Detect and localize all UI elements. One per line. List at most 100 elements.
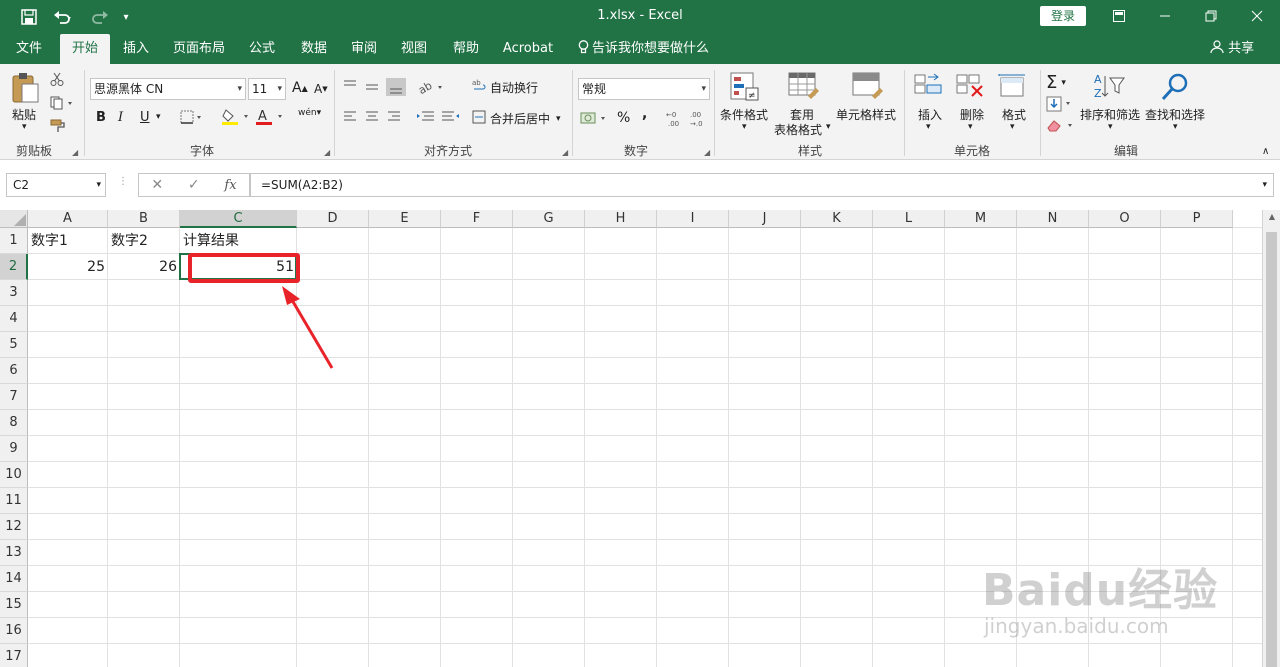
orientation-icon[interactable]: ab bbox=[418, 78, 446, 96]
copy-icon[interactable] bbox=[50, 96, 74, 110]
font-launcher-icon[interactable]: ◢ bbox=[324, 148, 330, 157]
sort-filter-button[interactable]: 排序和筛选 bbox=[1080, 106, 1140, 123]
find-select-icon[interactable] bbox=[1160, 72, 1190, 102]
font-name-combo[interactable]: 思源黑体 CN ▾ bbox=[90, 78, 246, 100]
cell-a2[interactable]: 25 bbox=[28, 254, 108, 280]
formula-input[interactable]: =SUM(A2:B2) ▾ bbox=[250, 173, 1274, 197]
underline-button[interactable]: U bbox=[140, 110, 150, 125]
column-header-j[interactable]: J bbox=[729, 210, 801, 228]
row-header-15[interactable]: 15 bbox=[0, 592, 28, 618]
tab-page-layout[interactable]: 页面布局 bbox=[166, 34, 232, 64]
row-header-17[interactable]: 17 bbox=[0, 644, 28, 667]
cell-styles-icon[interactable] bbox=[852, 72, 884, 102]
redo-icon[interactable] bbox=[84, 0, 114, 34]
comma-button[interactable]: , bbox=[642, 106, 647, 122]
column-header-i[interactable]: I bbox=[657, 210, 729, 228]
insert-function-button[interactable]: fx bbox=[224, 178, 236, 193]
column-header-o[interactable]: O bbox=[1089, 210, 1161, 228]
paste-dropdown-icon[interactable]: ▾ bbox=[22, 122, 27, 132]
format-cells-button[interactable]: 格式 bbox=[1002, 106, 1026, 123]
cancel-icon[interactable]: ✕ bbox=[151, 177, 163, 193]
collapse-ribbon-icon[interactable]: ∧ bbox=[1262, 146, 1269, 157]
tab-view[interactable]: 视图 bbox=[392, 34, 436, 64]
tab-help[interactable]: 帮助 bbox=[444, 34, 488, 64]
insert-cells-button[interactable]: 插入 bbox=[918, 106, 942, 123]
italic-button[interactable]: I bbox=[118, 110, 123, 125]
row-header-9[interactable]: 9 bbox=[0, 436, 28, 462]
minimize-icon[interactable] bbox=[1142, 0, 1188, 32]
fill-color-icon[interactable] bbox=[222, 108, 252, 126]
paste-icon[interactable] bbox=[10, 72, 42, 104]
tab-data[interactable]: 数据 bbox=[292, 34, 336, 64]
scroll-up-icon[interactable]: ▲ bbox=[1263, 212, 1280, 221]
delete-cells-icon[interactable] bbox=[956, 72, 986, 102]
row-header-12[interactable]: 12 bbox=[0, 514, 28, 540]
column-header-p[interactable]: P bbox=[1161, 210, 1233, 228]
cell-b1[interactable]: 数字2 bbox=[108, 228, 180, 254]
tab-formulas[interactable]: 公式 bbox=[240, 34, 284, 64]
clear-icon[interactable] bbox=[1046, 118, 1076, 134]
indent-icon[interactable] bbox=[416, 110, 460, 124]
wrap-text-button[interactable]: ab 自动换行 bbox=[472, 79, 538, 96]
login-button[interactable]: 登录 bbox=[1040, 6, 1086, 26]
number-format-combo[interactable]: 常规 ▾ bbox=[578, 78, 710, 100]
shrink-font-button[interactable]: A ▼ bbox=[314, 82, 328, 96]
ribbon-display-options-icon[interactable] bbox=[1096, 0, 1142, 32]
row-header-13[interactable]: 13 bbox=[0, 540, 28, 566]
format-painter-icon[interactable] bbox=[50, 118, 66, 134]
font-color-icon[interactable]: A bbox=[256, 108, 286, 126]
tab-home[interactable]: 开始 bbox=[60, 34, 110, 64]
format-as-table-label-2[interactable]: 表格格式 bbox=[774, 121, 822, 138]
close-icon[interactable] bbox=[1234, 0, 1280, 32]
share-button[interactable]: 共享 bbox=[1210, 34, 1254, 64]
row-header-11[interactable]: 11 bbox=[0, 488, 28, 514]
cut-icon[interactable] bbox=[50, 72, 64, 86]
row-header-5[interactable]: 5 bbox=[0, 332, 28, 358]
row-header-2[interactable]: 2 bbox=[0, 254, 28, 280]
column-header-e[interactable]: E bbox=[369, 210, 441, 228]
cell-c1[interactable]: 计算结果 bbox=[180, 228, 297, 254]
number-launcher-icon[interactable]: ◢ bbox=[704, 148, 710, 157]
increase-decimal-icon[interactable]: ←0.00.00 →.0 bbox=[666, 110, 710, 128]
autosum-icon[interactable]: Σ ▾ bbox=[1046, 72, 1066, 93]
row-header-3[interactable]: 3 bbox=[0, 280, 28, 306]
column-header-a[interactable]: A bbox=[28, 210, 108, 228]
select-all-corner[interactable] bbox=[0, 210, 28, 228]
row-header-1[interactable]: 1 bbox=[0, 228, 28, 254]
font-size-combo[interactable]: 11 ▾ bbox=[248, 78, 286, 100]
tab-insert[interactable]: 插入 bbox=[114, 34, 158, 64]
column-header-m[interactable]: M bbox=[945, 210, 1017, 228]
cell-b2[interactable]: 26 bbox=[108, 254, 180, 280]
conditional-format-icon[interactable]: ≠ bbox=[730, 72, 760, 102]
row-header-8[interactable]: 8 bbox=[0, 410, 28, 436]
percent-button[interactable]: % bbox=[617, 110, 630, 126]
bold-button[interactable]: B bbox=[96, 110, 106, 125]
find-select-button[interactable]: 查找和选择 bbox=[1145, 106, 1205, 123]
delete-cells-button[interactable]: 删除 bbox=[960, 106, 984, 123]
format-as-table-icon[interactable] bbox=[788, 72, 820, 102]
align-left-icon[interactable] bbox=[342, 110, 408, 124]
column-header-d[interactable]: D bbox=[297, 210, 369, 228]
tab-acrobat[interactable]: Acrobat bbox=[498, 34, 558, 64]
column-header-k[interactable]: K bbox=[801, 210, 873, 228]
cell-a1[interactable]: 数字1 bbox=[28, 228, 108, 254]
tell-me-search[interactable]: 告诉我你想要做什么 bbox=[578, 34, 709, 64]
align-top-icon[interactable] bbox=[342, 78, 408, 96]
row-header-16[interactable]: 16 bbox=[0, 618, 28, 644]
format-cells-icon[interactable] bbox=[998, 72, 1028, 102]
scrollbar-thumb[interactable] bbox=[1266, 232, 1277, 667]
row-header-4[interactable]: 4 bbox=[0, 306, 28, 332]
customize-quick-access-icon[interactable]: ▾ bbox=[116, 0, 136, 34]
column-header-g[interactable]: G bbox=[513, 210, 585, 228]
alignment-launcher-icon[interactable]: ◢ bbox=[562, 148, 568, 157]
underline-dropdown-icon[interactable]: ▾ bbox=[156, 112, 161, 122]
merge-center-button[interactable]: 合并后居中 ▾ bbox=[472, 110, 561, 127]
column-header-c[interactable]: C bbox=[180, 210, 297, 228]
column-header-h[interactable]: H bbox=[585, 210, 657, 228]
column-header-l[interactable]: L bbox=[873, 210, 945, 228]
tab-review[interactable]: 审阅 bbox=[342, 34, 386, 64]
tab-file[interactable]: 文件 bbox=[6, 34, 52, 64]
row-header-10[interactable]: 10 bbox=[0, 462, 28, 488]
sort-filter-icon[interactable]: AZ bbox=[1092, 72, 1126, 102]
row-header-7[interactable]: 7 bbox=[0, 384, 28, 410]
